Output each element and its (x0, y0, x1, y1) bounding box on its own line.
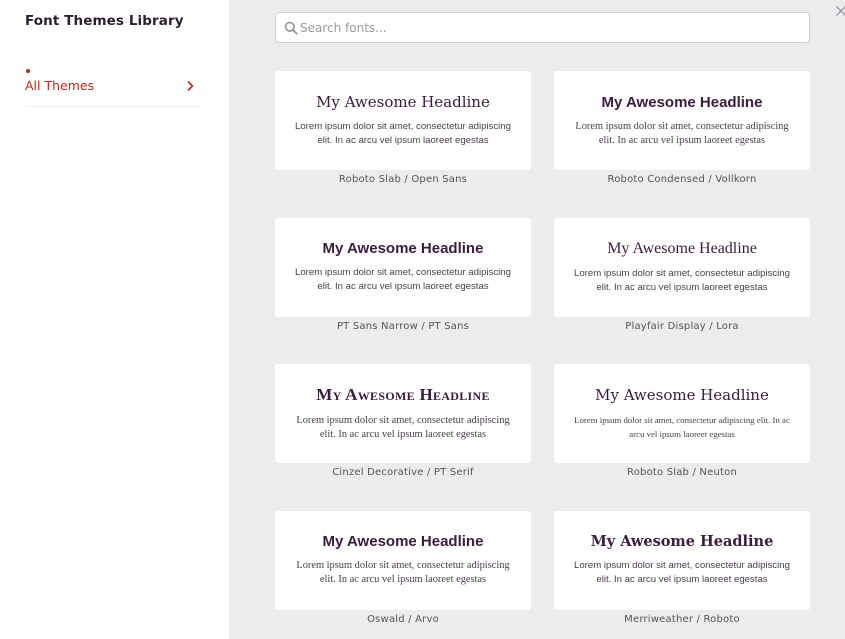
preview-body: Lorem ipsum dolor sit amet, consectetur … (574, 560, 790, 585)
search-input[interactable] (300, 13, 800, 42)
theme-grid: My Awesome Headline Lorem ipsum dolor si… (275, 71, 810, 639)
sidebar-item-label: All Themes (25, 78, 95, 93)
sidebar-title: Font Themes Library (25, 13, 184, 29)
preview-headline: My Awesome Headline (322, 240, 484, 257)
active-indicator-dot (26, 69, 30, 73)
theme-caption: Oswald / Arvo (367, 613, 439, 625)
search-bar[interactable] (275, 12, 810, 43)
preview-body: Lorem ipsum dolor sit amet, consectetur … (296, 560, 510, 585)
chevron-right-icon (187, 80, 194, 92)
theme-option[interactable]: My Awesome Headline Lorem ipsum dolor si… (275, 71, 531, 218)
close-icon[interactable] (835, 5, 845, 17)
theme-preview-card[interactable]: My Awesome Headline Lorem ipsum dolor si… (275, 71, 531, 170)
theme-option[interactable]: My Awesome Headline Lorem ipsum dolor si… (554, 217, 810, 365)
theme-option[interactable]: My Awesome Headline Lorem ipsum dolor si… (275, 217, 531, 365)
preview-headline: My Awesome Headline (316, 385, 490, 404)
theme-preview-card[interactable]: My Awesome Headline Lorem ipsum dolor si… (554, 364, 810, 463)
preview-headline: My Awesome Headline (590, 533, 774, 550)
theme-option[interactable]: My Awesome Headline Lorem ipsum dolor si… (554, 364, 810, 511)
theme-gallery: My Awesome Headline Lorem ipsum dolor si… (230, 0, 845, 639)
theme-option[interactable]: My Awesome Headline Lorem ipsum dolor si… (275, 510, 531, 639)
preview-headline: My Awesome Headline (316, 93, 490, 111)
preview-body: Lorem ipsum dolor sit amet, consectetur … (574, 267, 790, 293)
theme-caption: Roboto Slab / Neuton (627, 467, 737, 478)
theme-caption: Merriweather / Roboto (624, 613, 740, 625)
preview-headline: My Awesome Headline (607, 239, 757, 257)
sidebar: Font Themes Library All Themes (0, 0, 230, 639)
theme-preview-card[interactable]: My Awesome Headline Lorem ipsum dolor si… (275, 364, 531, 463)
theme-preview-card[interactable]: My Awesome Headline Lorem ipsum dolor si… (554, 510, 810, 610)
theme-option[interactable]: My Awesome Headline Lorem ipsum dolor si… (554, 71, 810, 218)
theme-caption: Playfair Display / Lora (625, 320, 739, 332)
theme-caption: Roboto Condensed / Vollkorn (607, 174, 757, 185)
theme-preview-card[interactable]: My Awesome Headline Lorem ipsum dolor si… (275, 510, 531, 610)
search-icon (284, 21, 298, 35)
theme-preview-card[interactable]: My Awesome Headline Lorem ipsum dolor si… (554, 217, 810, 317)
preview-headline: My Awesome Headline (322, 533, 484, 550)
sidebar-item-all-themes[interactable]: All Themes (25, 67, 201, 107)
theme-option[interactable]: My Awesome Headline Lorem ipsum dolor si… (275, 364, 531, 511)
preview-body: Lorem ipsum dolor sit amet, consectetur … (296, 415, 510, 440)
preview-headline: My Awesome Headline (601, 93, 763, 111)
preview-headline: My Awesome Headline (595, 386, 769, 404)
preview-body: Lorem ipsum dolor sit amet, consectetur … (575, 120, 789, 146)
preview-body: Lorem ipsum dolor sit amet, consectetur … (574, 415, 790, 439)
theme-caption: PT Sans Narrow / PT Sans (336, 320, 470, 332)
preview-body: Lorem ipsum dolor sit amet, consectetur … (295, 267, 511, 292)
theme-preview-card[interactable]: My Awesome Headline Lorem ipsum dolor si… (275, 217, 531, 317)
theme-preview-card[interactable]: My Awesome Headline Lorem ipsum dolor si… (554, 71, 810, 170)
theme-caption: Cinzel Decorative / PT Serif (332, 467, 474, 478)
theme-option[interactable]: My Awesome Headline Lorem ipsum dolor si… (554, 510, 810, 639)
theme-caption: Roboto Slab / Open Sans (338, 174, 468, 185)
preview-body: Lorem ipsum dolor sit amet, consectetur … (295, 121, 511, 146)
